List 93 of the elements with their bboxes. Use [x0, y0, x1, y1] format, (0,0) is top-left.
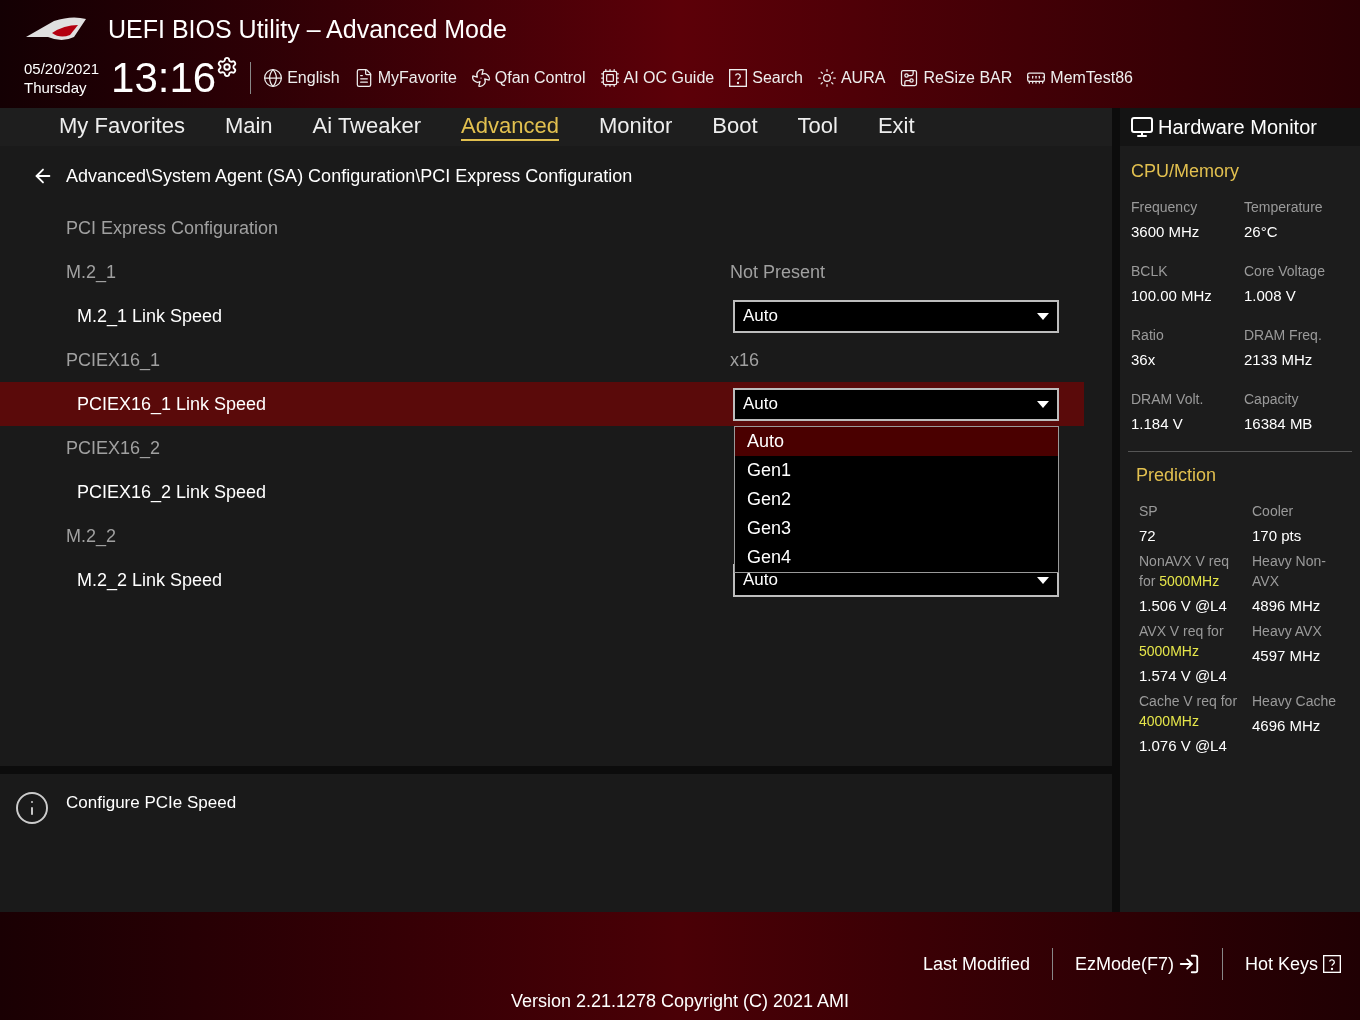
breadcrumb-path: Advanced\System Agent (SA) Configuration\PCI Express Configuration — [66, 164, 633, 188]
metric-value: 4597 MHz — [1252, 647, 1322, 665]
metric-value: 1.574 V @L4 — [1139, 667, 1228, 685]
question-icon — [728, 68, 749, 88]
setting-label[interactable]: M.2_2 Link Speed — [77, 566, 733, 594]
footer-button[interactable]: Hot Keys — [1244, 950, 1342, 978]
section-label: PCI Express Configuration — [66, 216, 280, 240]
menu-option[interactable]: Gen1 — [735, 456, 1058, 485]
setting-row[interactable]: PCIEX16_1 Link Speed Auto — [0, 382, 1084, 426]
globe-icon — [263, 68, 284, 88]
toolbar-button[interactable]: Search — [728, 66, 803, 90]
metric-label: Heavy Non-AVX — [1252, 552, 1327, 591]
menu-option[interactable]: Gen3 — [735, 514, 1058, 543]
metric-label: DRAM Freq. — [1244, 326, 1323, 345]
metric-label: BCLK — [1131, 262, 1169, 281]
section-label: PCIEX16_2 — [66, 436, 162, 461]
toolbar-button[interactable]: English — [263, 66, 340, 90]
metric-value: 1.506 V @L4 — [1139, 597, 1228, 615]
caret-icon — [1037, 312, 1049, 320]
section-label: M.2_1 — [66, 260, 118, 285]
menu-option[interactable]: Gen2 — [735, 485, 1058, 514]
footer-button[interactable]: EzMode(F7) — [1074, 950, 1200, 978]
toolbar-button[interactable]: Qfan Control — [470, 66, 586, 90]
toolbar-button[interactable]: ReSize BAR — [899, 66, 1013, 90]
metric-value: 2133 MHz — [1244, 351, 1314, 369]
metric-value: 4696 MHz — [1252, 717, 1322, 735]
weekday-text: Thursday — [24, 78, 88, 97]
fan-icon — [470, 68, 491, 88]
setting-label[interactable]: M.2_1 Link Speed — [77, 302, 733, 330]
toolbar-button[interactable]: AURA — [816, 66, 886, 90]
toolbar-button[interactable]: MyFavorite — [353, 66, 457, 90]
metric-label: DRAM Volt. — [1131, 390, 1205, 409]
tab[interactable]: Ai Tweaker — [312, 113, 422, 141]
tab[interactable]: Main — [224, 113, 273, 141]
sun-icon — [816, 68, 837, 88]
metric-label: Core Voltage — [1244, 262, 1326, 281]
toolbar-button[interactable]: MemTest86 — [1026, 66, 1133, 90]
caret-icon — [1037, 400, 1049, 408]
question-icon — [1322, 954, 1342, 974]
section-title: CPU/Memory — [1131, 160, 1240, 183]
window-title: UEFI BIOS Utility – Advanced Mode — [108, 14, 507, 46]
metric-value: 26°C — [1244, 223, 1279, 241]
exit-icon — [1177, 953, 1200, 975]
setting-label[interactable]: PCIEX16_1 Link Speed — [77, 390, 733, 418]
date-text: 05/20/2021 — [24, 59, 100, 78]
status-value: Not Present — [730, 260, 826, 284]
metric-value: 16384 MB — [1244, 415, 1314, 433]
panel-title: Hardware Monitor — [1158, 115, 1317, 140]
metric-value: 36x — [1131, 351, 1157, 369]
metric-label: NonAVX V req for 5000MHz — [1139, 552, 1230, 591]
metric-value: 4896 MHz — [1252, 597, 1322, 615]
metric-value: 170 pts — [1252, 527, 1303, 545]
status-value: x16 — [730, 348, 760, 372]
card-icon — [899, 68, 920, 88]
dropdown-field[interactable]: Auto — [733, 299, 1059, 333]
info-icon — [14, 790, 50, 826]
metric-label: Ratio — [1131, 326, 1165, 345]
metric-label: SP — [1139, 502, 1159, 521]
tab[interactable]: My Favorites — [59, 113, 185, 141]
footer-button[interactable]: Last Modified — [922, 950, 1030, 978]
dropdown-field[interactable]: Auto — [733, 387, 1059, 421]
monitor-icon — [1130, 115, 1154, 139]
metric-value: 100.00 MHz — [1131, 287, 1213, 305]
metric-label: Capacity — [1244, 390, 1300, 409]
tab[interactable]: Boot — [712, 113, 758, 141]
metric-value: 1.008 V — [1244, 287, 1297, 305]
tab[interactable]: Tool — [797, 113, 838, 141]
metric-label: Heavy AVX — [1252, 622, 1323, 641]
tab[interactable]: Monitor — [598, 113, 673, 141]
caret-icon — [1037, 576, 1049, 584]
metric-label: Cooler — [1252, 502, 1295, 521]
version-text: Version 2.21.1278 Copyright (C) 2021 AMI — [510, 990, 850, 1013]
metric-value: 72 — [1139, 527, 1157, 545]
toolbar-button[interactable]: AI OC Guide — [599, 66, 715, 90]
metric-value: 1.184 V — [1131, 415, 1184, 433]
metric-label: Cache V req for 4000MHz — [1139, 692, 1239, 731]
metric-value: 1.076 V @L4 — [1139, 737, 1228, 755]
help-text: Configure PCIe Speed — [66, 792, 237, 814]
tab[interactable]: Advanced — [461, 113, 559, 141]
clock-time: 13:16 — [111, 57, 217, 99]
section-label: M.2_2 — [66, 524, 118, 549]
metric-value: 3600 MHz — [1131, 223, 1201, 241]
metric-label: AVX V req for 5000MHz — [1139, 622, 1225, 661]
tab[interactable]: Exit — [877, 113, 915, 141]
metric-label: Heavy Cache — [1252, 692, 1338, 711]
section-title: Prediction — [1136, 464, 1218, 487]
chip-icon — [599, 68, 620, 88]
metric-label: Temperature — [1244, 198, 1324, 217]
setting-label[interactable]: PCIEX16_2 Link Speed — [77, 478, 733, 506]
section-label: PCIEX16_1 — [66, 348, 162, 373]
menu-option[interactable]: Auto — [735, 427, 1058, 456]
settings-icon[interactable] — [216, 56, 239, 78]
metric-label: Frequency — [1131, 198, 1199, 217]
